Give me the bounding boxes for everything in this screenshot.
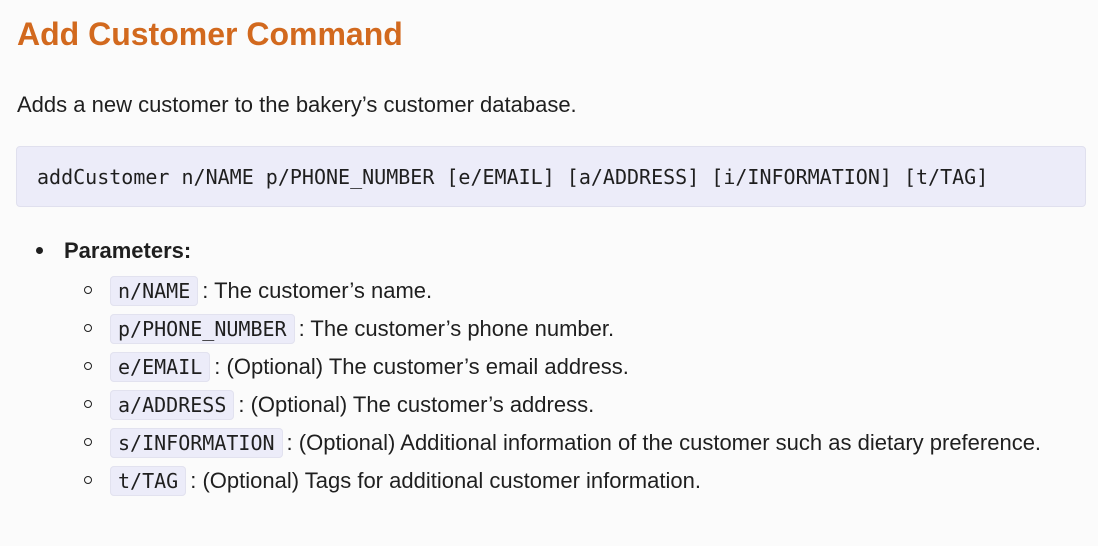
parameter-code: s/INFORMATION: [110, 428, 283, 458]
bullet-circle-icon: [84, 476, 92, 484]
parameters-list-item: Parameters:: [16, 234, 1088, 268]
bullet-circle-icon: [84, 324, 92, 332]
parameter-code: n/NAME: [110, 276, 199, 306]
parameter-description: : (Optional) The customer’s email addres…: [214, 354, 629, 379]
bullet-circle-icon: [84, 438, 92, 446]
parameters-label: Parameters:: [64, 238, 192, 263]
parameter-description: : (Optional) The customer’s address.: [238, 392, 595, 417]
parameter-item-phone: p/PHONE_NUMBER: The customer’s phone num…: [16, 310, 1088, 348]
parameter-description: : (Optional) Additional information of t…: [286, 430, 1042, 455]
parameter-code: p/PHONE_NUMBER: [110, 314, 295, 344]
command-description: Adds a new customer to the bakery’s cust…: [17, 92, 577, 117]
parameter-description: : (Optional) Tags for additional custome…: [190, 468, 701, 493]
parameter-description: : The customer’s phone number.: [298, 316, 615, 341]
section-heading: Add Customer Command: [17, 16, 403, 52]
bullet-circle-icon: [84, 286, 92, 294]
bullet-circle-icon: [84, 400, 92, 408]
parameter-code: t/TAG: [110, 466, 187, 496]
parameter-code: a/ADDRESS: [110, 390, 235, 420]
command-format-code: addCustomer n/NAME p/PHONE_NUMBER [e/EMA…: [37, 165, 989, 189]
command-format-block: addCustomer n/NAME p/PHONE_NUMBER [e/EMA…: [16, 146, 1086, 207]
parameter-code: e/EMAIL: [110, 352, 211, 382]
bullet-circle-icon: [84, 362, 92, 370]
parameter-description: : The customer’s name.: [202, 278, 433, 303]
parameters-section: Parameters: n/NAME: The customer’s name.…: [16, 234, 1088, 496]
parameter-item-email: e/EMAIL: (Optional) The customer’s email…: [16, 348, 1088, 386]
bullet-disc-icon: [36, 247, 43, 254]
parameter-item-information: s/INFORMATION: (Optional) Additional inf…: [16, 424, 1088, 462]
parameter-item-tag: t/TAG: (Optional) Tags for additional cu…: [16, 462, 1088, 500]
parameters-sublist: n/NAME: The customer’s name. p/PHONE_NUM…: [16, 272, 1088, 500]
parameter-item-name: n/NAME: The customer’s name.: [16, 272, 1088, 310]
parameter-item-address: a/ADDRESS: (Optional) The customer’s add…: [16, 386, 1088, 424]
